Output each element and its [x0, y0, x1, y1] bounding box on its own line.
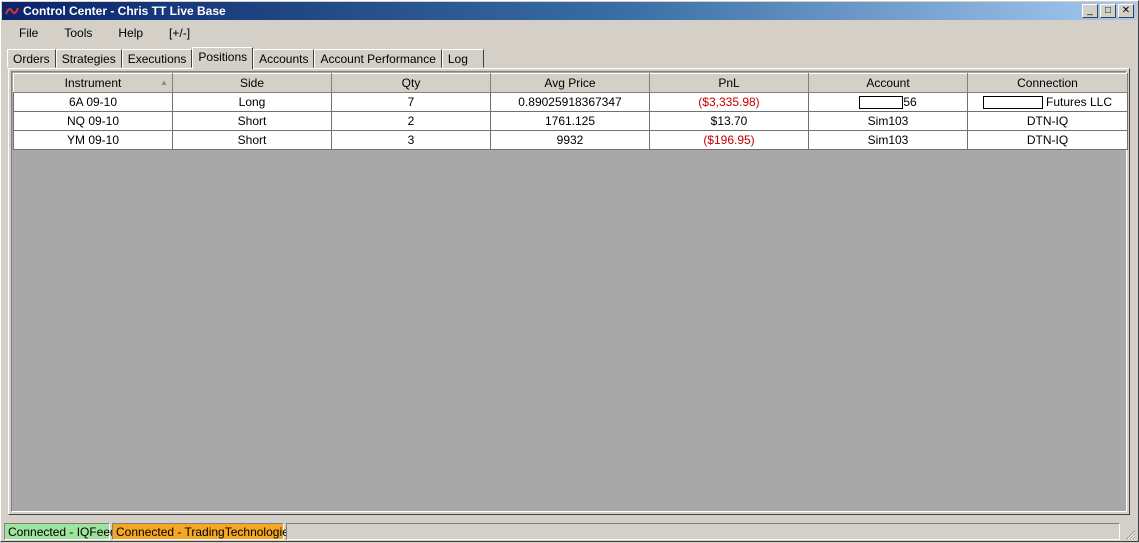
cell-qty: 7: [331, 92, 491, 112]
cell-side: Short: [172, 111, 332, 131]
menu-help[interactable]: Help: [105, 24, 156, 42]
cell-account: Sim103: [808, 130, 968, 150]
tab-executions[interactable]: Executions: [121, 49, 193, 68]
status-tradingtechnologies: Connected - TradingTechnologies: [112, 523, 295, 540]
tab-positions[interactable]: Positions: [192, 47, 254, 69]
cell-avg-price: 0.89025918367347: [490, 92, 650, 112]
column-header-account[interactable]: Account: [808, 73, 968, 93]
tab-strategies[interactable]: Strategies: [55, 49, 122, 68]
cell-account: Sim103: [808, 111, 968, 131]
menu-tools[interactable]: Tools: [51, 24, 105, 42]
cell-account: 56: [808, 92, 968, 112]
tab-account-performance[interactable]: Account Performance: [314, 49, 442, 68]
cell-avg-price: 1761.125: [490, 111, 650, 131]
menu-toggle[interactable]: [+/-]: [156, 24, 203, 42]
column-header-side[interactable]: Side: [172, 73, 332, 93]
cell-instrument: NQ 09-10: [13, 111, 173, 131]
column-header-instrument[interactable]: Instrument ▲: [13, 73, 173, 93]
control-center-window: Control Center - Chris TT Live Base _ □ …: [0, 0, 1139, 542]
title-bar[interactable]: Control Center - Chris TT Live Base _ □ …: [2, 2, 1137, 20]
cell-pnl: $13.70: [649, 111, 809, 131]
table-row[interactable]: 6A 09-10 Long 7 0.89025918367347 ($3,335…: [13, 92, 1128, 112]
cell-connection-text: Futures LLC: [1045, 94, 1113, 109]
status-iqfeed: Connected - IQFeed: [4, 523, 117, 540]
cell-pnl: ($3,335.98): [649, 92, 809, 112]
app-icon: [4, 3, 20, 19]
cell-connection: Futures LLC: [967, 92, 1128, 112]
cell-avg-price: 9932: [490, 130, 650, 150]
grid-header-row: Instrument ▲ Side Qty Avg Price PnL Accou…: [13, 73, 1128, 93]
redacted-box: [859, 96, 904, 110]
resize-grip-icon[interactable]: [1124, 528, 1136, 540]
column-header-avg-price[interactable]: Avg Price: [490, 73, 650, 93]
cell-connection: DTN-IQ: [967, 130, 1128, 150]
window-title: Control Center - Chris TT Live Base: [23, 4, 226, 18]
redacted-box: [982, 96, 1043, 110]
cell-side: Long: [172, 92, 332, 112]
cell-account-text: 56: [903, 94, 917, 109]
positions-grid: Instrument ▲ Side Qty Avg Price PnL Accou…: [13, 73, 1128, 150]
cell-connection: DTN-IQ: [967, 111, 1128, 131]
table-row[interactable]: YM 09-10 Short 3 9932 ($196.95) Sim103 D…: [13, 130, 1128, 150]
menu-bar: File Tools Help [+/-]: [5, 23, 203, 43]
maximize-button[interactable]: □: [1100, 4, 1116, 18]
positions-panel: Instrument ▲ Side Qty Avg Price PnL Accou…: [8, 68, 1130, 515]
tab-accounts[interactable]: Accounts: [253, 49, 315, 68]
cell-qty: 3: [331, 130, 491, 150]
tab-orders[interactable]: Orders: [7, 49, 56, 68]
column-header-label: Instrument: [64, 76, 122, 90]
tab-log[interactable]: Log: [441, 49, 484, 68]
status-empty-panel: [286, 523, 1120, 540]
positions-grid-area: Instrument ▲ Side Qty Avg Price PnL Accou…: [11, 71, 1128, 512]
sort-ascending-icon: ▲: [160, 78, 168, 87]
menu-file[interactable]: File: [5, 24, 51, 42]
column-header-pnl[interactable]: PnL: [649, 73, 809, 93]
status-bar: Connected - IQFeed Connected - TradingTe…: [4, 522, 1136, 541]
column-header-qty[interactable]: Qty: [331, 73, 491, 93]
window-controls: _ □ ✕: [1082, 4, 1134, 18]
table-row[interactable]: NQ 09-10 Short 2 1761.125 $13.70 Sim103 …: [13, 111, 1128, 131]
tab-strip: Orders Strategies Executions Positions A…: [7, 47, 484, 69]
cell-pnl: ($196.95): [649, 130, 809, 150]
cell-qty: 2: [331, 111, 491, 131]
cell-instrument: 6A 09-10: [13, 92, 173, 112]
minimize-button[interactable]: _: [1082, 4, 1098, 18]
column-header-connection[interactable]: Connection: [967, 73, 1128, 93]
cell-side: Short: [172, 130, 332, 150]
close-button[interactable]: ✕: [1118, 4, 1134, 18]
cell-instrument: YM 09-10: [13, 130, 173, 150]
